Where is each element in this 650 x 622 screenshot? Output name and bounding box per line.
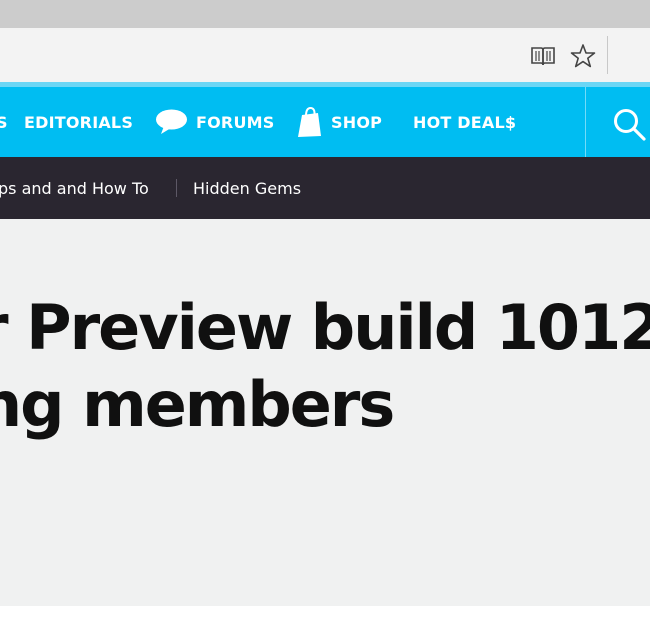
article-headline: r Preview build 10122 ng members [0, 289, 650, 443]
nav-item-label: SHOP [331, 112, 383, 132]
headline-line-2: ng members [0, 368, 395, 441]
sub-nav-item-label: Hidden Gems [193, 178, 302, 198]
speech-bubble-icon [155, 108, 188, 136]
nav-item-editorials[interactable]: EDITORIALS [24, 87, 133, 157]
star-icon[interactable] [570, 43, 596, 69]
nav-item-hot-deals[interactable]: HOT DEAL$ [413, 87, 516, 157]
nav-item-label: S [0, 112, 8, 132]
toolbar-divider [607, 36, 608, 74]
nav-divider [585, 87, 586, 157]
article-content: r Preview build 10122 ng members [0, 219, 650, 606]
browser-window: S EDITORIALS FORUMS SHOP HOT DEAL$ ps an… [0, 0, 650, 622]
hub-icon[interactable] [636, 41, 650, 67]
nav-item-label: EDITORIALS [24, 112, 134, 132]
search-icon[interactable] [612, 107, 646, 141]
shopping-bag-icon [297, 106, 323, 138]
reading-view-icon[interactable] [530, 43, 556, 69]
tab-strip [0, 0, 650, 28]
nav-item-forums[interactable]: FORUMS [155, 87, 275, 157]
site-navigation: S EDITORIALS FORUMS SHOP HOT DEAL$ [0, 82, 650, 157]
nav-item-label: FORUMS [196, 112, 275, 132]
page-bottom-strip [0, 606, 650, 622]
sub-nav-item-label: ps and and How To [0, 178, 149, 198]
nav-item-partial[interactable]: S [0, 87, 8, 157]
sub-nav-item-how-to[interactable]: ps and and How To [0, 157, 149, 219]
sub-nav-item-hidden-gems[interactable]: Hidden Gems [193, 157, 301, 219]
nav-item-label: HOT DEAL$ [413, 112, 517, 132]
headline-line-1: r Preview build 10122 [0, 291, 650, 364]
nav-item-shop[interactable]: SHOP [297, 87, 382, 157]
sub-nav-divider [176, 179, 177, 197]
sub-navigation: ps and and How To Hidden Gems [0, 157, 650, 219]
